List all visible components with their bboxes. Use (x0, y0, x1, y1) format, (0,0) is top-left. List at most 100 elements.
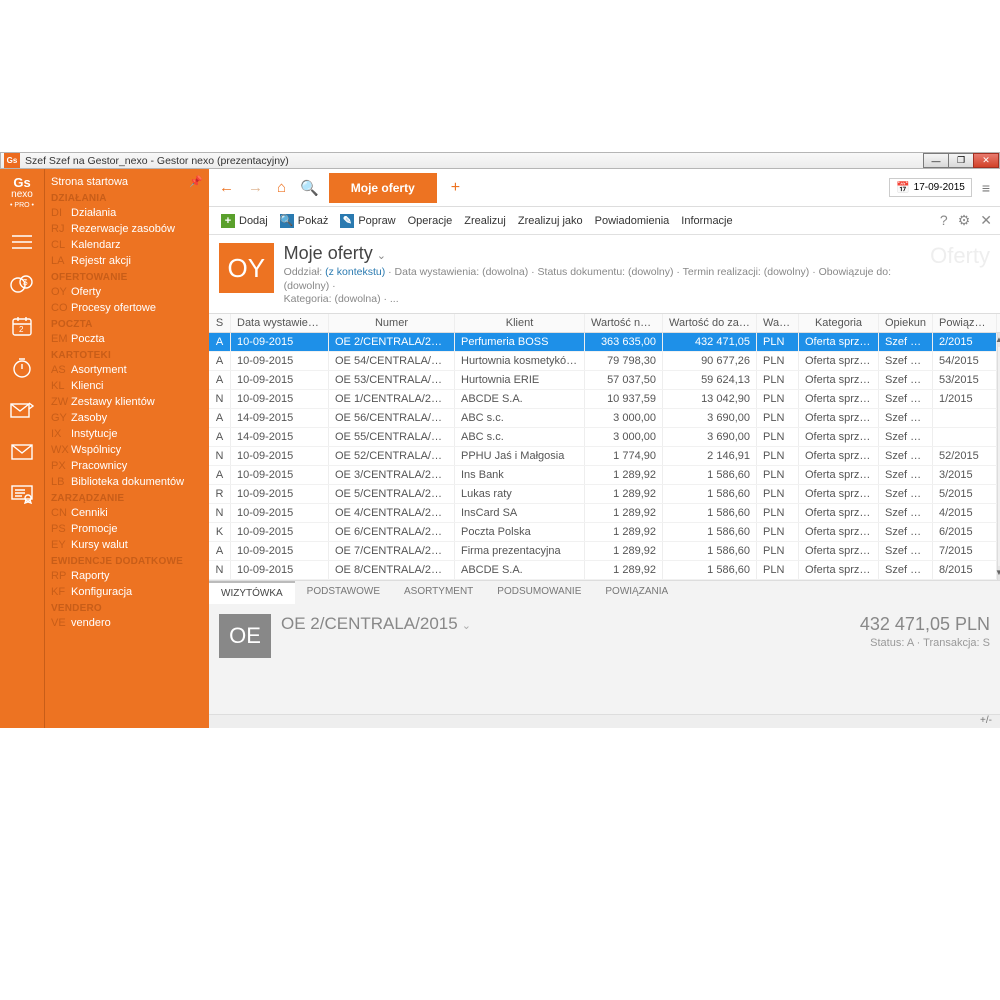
info-menu[interactable]: Informacje (677, 213, 736, 229)
nav-item[interactable]: GYZasoby (45, 410, 209, 426)
back-button[interactable]: ← (215, 179, 238, 196)
column-header[interactable]: Data wystawienia (231, 314, 329, 332)
date-picker[interactable]: 📅17-09-2015 (889, 178, 972, 197)
table-row[interactable]: K10-09-2015OE 6/CENTRALA/2015Poczta Pols… (209, 523, 997, 542)
table-row[interactable]: A14-09-2015OE 56/CENTRALA/2015ABC s.c.3 … (209, 409, 997, 428)
menu-button[interactable]: ≡ (978, 180, 994, 196)
calendar-icon[interactable]: 2 (8, 312, 36, 340)
realize-button[interactable]: Zrealizuj (460, 213, 510, 229)
detail-tab[interactable]: POWIĄZANIA (593, 581, 680, 604)
nav-item[interactable]: RPRaporty (45, 568, 209, 584)
nav-item[interactable]: CNCenniki (45, 505, 209, 521)
timer-icon[interactable] (8, 354, 36, 382)
app-icon: Gs (4, 153, 20, 168)
nav-section-header: KARTOTEKI (45, 347, 209, 362)
nav-item[interactable]: EYKursy walut (45, 537, 209, 553)
data-grid: SData wystawieniaNumerKlientWartość nett… (209, 313, 1000, 580)
nav-item[interactable]: LBBiblioteka dokumentów (45, 474, 209, 490)
notifications-menu[interactable]: Powiadomienia (591, 213, 674, 229)
nav-item[interactable]: ASAsortyment (45, 362, 209, 378)
table-row[interactable]: A10-09-2015OE 2/CENTRALA/2015Perfumeria … (209, 333, 997, 352)
detail-panel: OE OE 2/CENTRALA/2015⌄ 432 471,05 PLN St… (209, 604, 1000, 714)
pin-icon[interactable]: 📌 (189, 175, 203, 188)
detail-tabs: WIZYTÓWKAPODSTAWOWEASORTYMENTPODSUMOWANI… (209, 580, 1000, 604)
nav-item[interactable]: KFKonfiguracja (45, 584, 209, 600)
column-header[interactable]: Opiekun (879, 314, 933, 332)
column-header[interactable]: S (209, 314, 231, 332)
column-header[interactable]: Wartość do zapłaty (663, 314, 757, 332)
detail-tab[interactable]: ASORTYMENT (392, 581, 485, 604)
nav-item[interactable]: RJRezerwacje zasobów (45, 221, 209, 237)
detail-amount: 432 471,05 PLN (860, 614, 990, 635)
table-row[interactable]: A10-09-2015OE 53/CENTRALA/2015Hurtownia … (209, 371, 997, 390)
chevron-down-icon: ⌄ (462, 620, 471, 632)
nav-item[interactable]: WXWspólnicy (45, 442, 209, 458)
search-button[interactable]: 🔍 (296, 179, 323, 197)
detail-tab[interactable]: PODSUMOWANIE (485, 581, 593, 604)
nav-item[interactable]: DIDziałania (45, 205, 209, 221)
forward-button[interactable]: → (244, 179, 267, 196)
mail-icon[interactable] (8, 438, 36, 466)
mail-out-icon[interactable] (8, 396, 36, 424)
show-button[interactable]: 🔍Pokaż (276, 212, 333, 230)
nav-item[interactable]: CLKalendarz (45, 237, 209, 253)
table-row[interactable]: A10-09-2015OE 7/CENTRALA/2015Firma preze… (209, 542, 997, 561)
operations-menu[interactable]: Operacje (404, 213, 457, 229)
nav-item[interactable]: COProcesy ofertowe (45, 300, 209, 316)
nav-item[interactable]: LARejestr akcji (45, 253, 209, 269)
toolbar: +Dodaj 🔍Pokaż ✎Popraw Operacje Zrealizuj… (209, 207, 1000, 235)
nav-item[interactable]: ZWZestawy klientów (45, 394, 209, 410)
close-panel-icon[interactable]: ✕ (980, 212, 992, 229)
tab-active[interactable]: Moje oferty (329, 173, 437, 203)
column-header[interactable]: Kategoria (799, 314, 879, 332)
table-row[interactable]: N10-09-2015OE 8/CENTRALA/2015ABCDE S.A.1… (209, 561, 997, 580)
maximize-button[interactable]: ❐ (948, 153, 974, 168)
sidebar: Strona startowa 📌 DZIAŁANIADIDziałaniaRJR… (45, 169, 209, 728)
column-header[interactable]: Wartość netto▼ (585, 314, 663, 332)
table-row[interactable]: A14-09-2015OE 55/CENTRALA/2015ABC s.c.3 … (209, 428, 997, 447)
close-button[interactable]: ✕ (973, 153, 999, 168)
nav-item[interactable]: PSPromocje (45, 521, 209, 537)
chevron-down-icon: ⌄ (377, 250, 386, 262)
detail-title[interactable]: OE 2/CENTRALA/2015⌄ (281, 614, 471, 634)
column-header[interactable]: Klient (455, 314, 585, 332)
column-header[interactable]: Numer (329, 314, 455, 332)
svg-text:2: 2 (19, 325, 24, 334)
nav-section-header: DZIAŁANIA (45, 190, 209, 205)
certificate-icon[interactable] (8, 480, 36, 508)
edit-button[interactable]: ✎Popraw (336, 212, 399, 230)
filter-summary[interactable]: Oddział: (z kontekstu) · Data wystawieni… (284, 266, 930, 307)
detail-badge: OE (219, 614, 271, 658)
column-header[interactable]: Powiązany proces (933, 314, 997, 332)
help-icon[interactable]: ? (940, 212, 948, 229)
nav-item[interactable]: KLKlienci (45, 378, 209, 394)
detail-tab[interactable]: WIZYTÓWKA (209, 581, 295, 604)
nav-item[interactable]: VEvendero (45, 615, 209, 631)
gear-icon[interactable]: ⚙ (958, 212, 971, 229)
table-row[interactable]: A10-09-2015OE 54/CENTRALA/2015Hurtownia … (209, 352, 997, 371)
table-row[interactable]: A10-09-2015OE 3/CENTRALA/2015Ins Bank1 2… (209, 466, 997, 485)
currency-icon[interactable]: $ (8, 270, 36, 298)
page-header: OY Moje oferty⌄ Oddział: (z kontekstu) ·… (209, 235, 1000, 313)
add-button[interactable]: +Dodaj (217, 212, 272, 230)
nav-item[interactable]: IXInstytucje (45, 426, 209, 442)
table-row[interactable]: R10-09-2015OE 5/CENTRALA/2015Lukas raty1… (209, 485, 997, 504)
minimize-button[interactable]: — (923, 153, 949, 168)
app-window: Gs Szef Szef na Gestor_nexo - Gestor nex… (0, 152, 1000, 728)
realize-as-menu[interactable]: Zrealizuj jako (514, 213, 587, 229)
nav-item[interactable]: EMPoczta (45, 331, 209, 347)
column-header[interactable]: Waluta (757, 314, 799, 332)
nav-item[interactable]: PXPracownicy (45, 458, 209, 474)
nav-item[interactable]: OYOferty (45, 284, 209, 300)
new-tab-button[interactable]: + (443, 179, 468, 197)
table-row[interactable]: N10-09-2015OE 52/CENTRALA/2015PPHU Jaś i… (209, 447, 997, 466)
logo: Gsnexo• PRO • (10, 172, 34, 214)
page-title[interactable]: Moje oferty⌄ (284, 243, 930, 264)
titlebar: Gs Szef Szef na Gestor_nexo - Gestor nex… (0, 152, 1000, 169)
table-row[interactable]: N10-09-2015OE 4/CENTRALA/2015InsCard SA1… (209, 504, 997, 523)
home-link[interactable]: Strona startowa (51, 176, 128, 188)
table-row[interactable]: N10-09-2015OE 1/CENTRALA/2015ABCDE S.A.1… (209, 390, 997, 409)
detail-tab[interactable]: PODSTAWOWE (295, 581, 392, 604)
menu-icon[interactable] (8, 228, 36, 256)
home-button[interactable]: ⌂ (273, 179, 290, 196)
